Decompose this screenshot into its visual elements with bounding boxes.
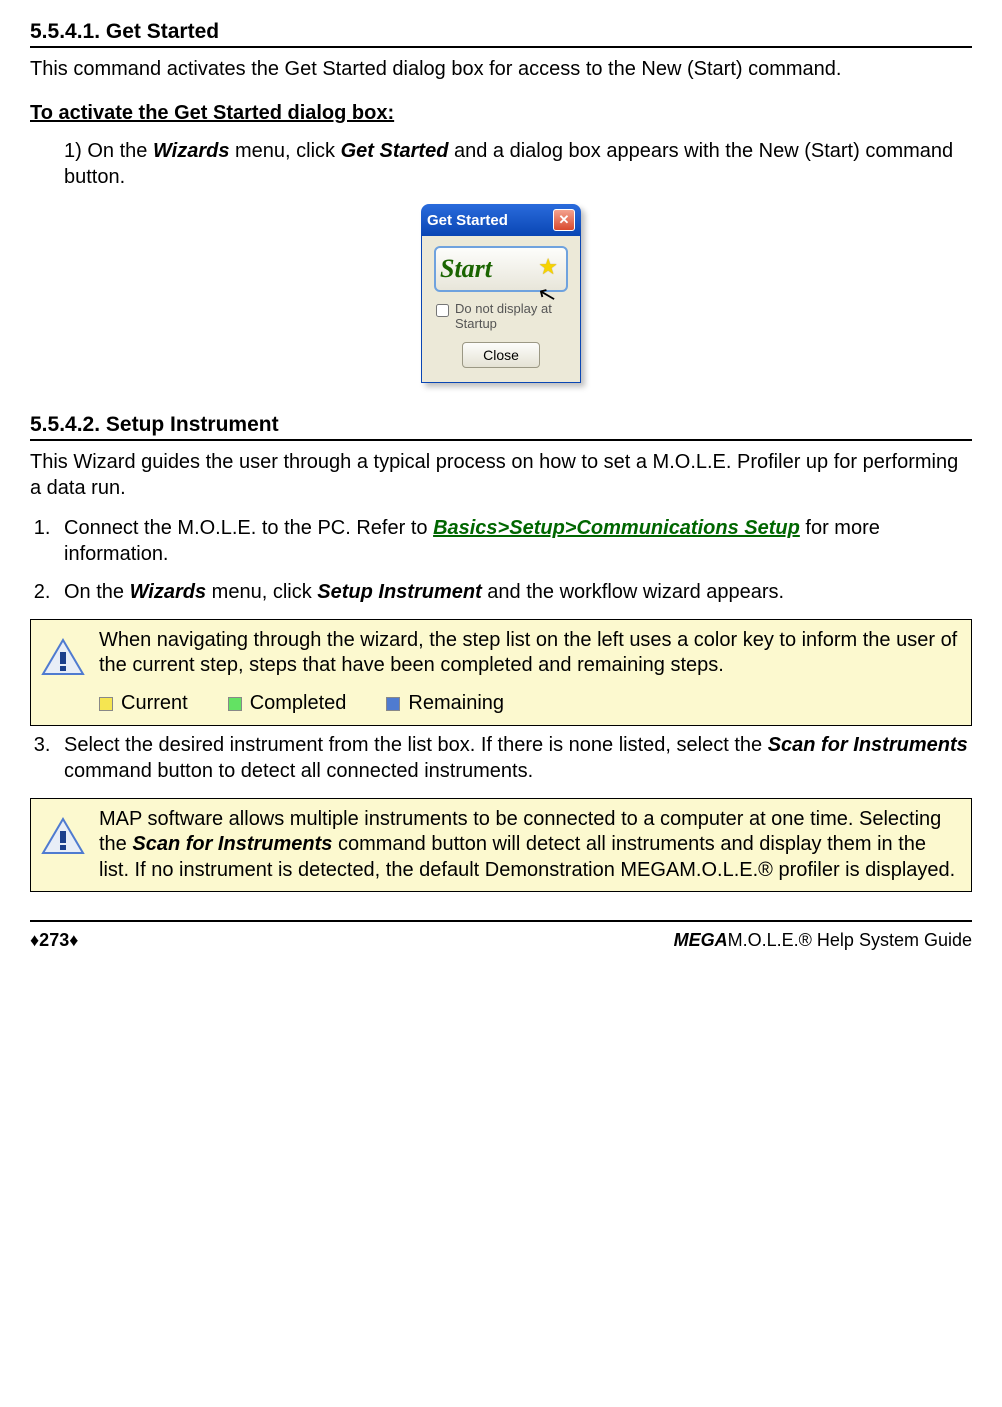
legend-label-remaining: Remaining bbox=[408, 692, 504, 714]
step1-text: menu, click bbox=[229, 140, 340, 162]
step-text: and the workflow wizard appears. bbox=[482, 581, 784, 603]
link-basics-setup-communications[interactable]: Basics>Setup>Communications Setup bbox=[433, 517, 800, 539]
dialog-titlebar: Get Started ✕ bbox=[421, 204, 581, 236]
menu-name-wizards: Wizards bbox=[153, 140, 230, 162]
footer-mega: MEGA bbox=[674, 930, 728, 950]
do-not-display-checkbox[interactable]: Do not display at Startup bbox=[436, 302, 568, 332]
menu-name-wizards: Wizards bbox=[130, 581, 207, 603]
step-text: Select the desired instrument from the l… bbox=[64, 734, 768, 756]
page-number: ♦273♦ bbox=[30, 930, 78, 951]
command-get-started: Get Started bbox=[341, 140, 449, 162]
note-color-key: When navigating through the wizard, the … bbox=[30, 619, 972, 726]
info-icon bbox=[41, 817, 85, 857]
step-text: menu, click bbox=[206, 581, 317, 603]
step-text: On the bbox=[64, 581, 130, 603]
start-button-label: Start bbox=[440, 254, 492, 283]
footer-rest: M.O.L.E.® Help System Guide bbox=[728, 930, 972, 950]
intro-text-2: This Wizard guides the user through a ty… bbox=[30, 449, 972, 501]
step-text: command button to detect all connected i… bbox=[64, 760, 533, 782]
note-text: When navigating through the wizard, the … bbox=[99, 628, 961, 679]
legend-label-current: Current bbox=[121, 692, 188, 714]
command-setup-instrument: Setup Instrument bbox=[317, 581, 481, 603]
checkbox-label: Do not display at Startup bbox=[455, 302, 568, 332]
divider bbox=[30, 46, 972, 48]
star-icon: ★ bbox=[538, 254, 558, 280]
divider bbox=[30, 439, 972, 441]
heading-get-started: 5.5.4.1. Get Started bbox=[30, 20, 972, 44]
swatch-current bbox=[99, 697, 113, 711]
footer-title: MEGAM.O.L.E.® Help System Guide bbox=[674, 930, 972, 951]
command-scan-for-instruments: Scan for Instruments bbox=[132, 833, 332, 855]
step-text: Connect the M.O.L.E. to the PC. Refer to bbox=[64, 517, 433, 539]
note-map-software: MAP software allows multiple instruments… bbox=[30, 798, 972, 893]
get-started-dialog: Get Started ✕ Start ★ ↖ Do not display a… bbox=[421, 204, 581, 383]
swatch-remaining bbox=[386, 697, 400, 711]
start-button[interactable]: Start ★ bbox=[434, 246, 568, 292]
subheading: To activate the Get Started dialog box: bbox=[30, 100, 972, 126]
command-scan-for-instruments: Scan for Instruments bbox=[768, 734, 968, 756]
close-icon[interactable]: ✕ bbox=[553, 209, 575, 231]
intro-text: This command activates the Get Started d… bbox=[30, 56, 972, 82]
page-footer: ♦273♦ MEGAM.O.L.E.® Help System Guide bbox=[30, 920, 972, 951]
legend-label-completed: Completed bbox=[250, 692, 347, 714]
close-button[interactable]: Close bbox=[462, 342, 540, 368]
step-1: 1) On the Wizards menu, click Get Starte… bbox=[56, 138, 972, 190]
checkbox-input[interactable] bbox=[436, 304, 449, 317]
step-select-instrument: Select the desired instrument from the l… bbox=[56, 732, 972, 784]
step-wizards-menu: On the Wizards menu, click Setup Instrum… bbox=[56, 579, 972, 605]
color-legend: Current Completed Remaining bbox=[99, 691, 961, 717]
step-connect: Connect the M.O.L.E. to the PC. Refer to… bbox=[56, 515, 972, 567]
swatch-completed bbox=[228, 697, 242, 711]
info-icon bbox=[41, 638, 85, 678]
dialog-title: Get Started bbox=[427, 212, 508, 229]
step1-text: 1) On the bbox=[64, 140, 153, 162]
heading-setup-instrument: 5.5.4.2. Setup Instrument bbox=[30, 413, 972, 437]
